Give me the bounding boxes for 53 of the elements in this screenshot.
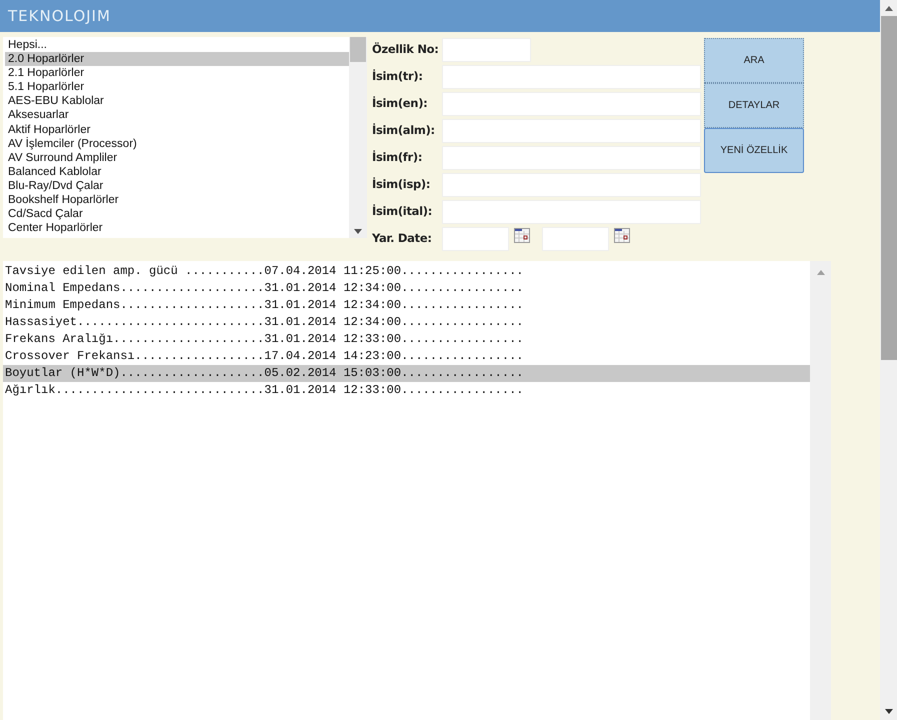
property-row[interactable]: Frekans Aralığı.....................31.01.2014 12:33:00................. (3, 331, 810, 348)
scrollbar[interactable] (349, 37, 367, 238)
input-field[interactable] (442, 118, 701, 142)
list-item[interactable]: Aktif Hoparlörler (5, 122, 349, 137)
scrollbar[interactable] (810, 261, 831, 720)
input-field[interactable] (442, 92, 701, 116)
action-button[interactable]: DETAYLAR (704, 83, 804, 128)
list-item[interactable]: Hepsi... (5, 38, 349, 52)
field-label: İsim(ital): (372, 202, 434, 220)
list-item[interactable]: AES-EBU Kablolar (5, 94, 349, 108)
field-label: İsim(fr): (372, 148, 424, 166)
list-item[interactable]: Aksesuarlar (5, 108, 349, 123)
list-item[interactable]: 5.1 Hoparlörler (5, 80, 349, 94)
list-item[interactable]: Bookshelf Hoparlörler (5, 193, 349, 208)
input-field[interactable] (442, 226, 509, 250)
property-row[interactable]: Nominal Empedans....................31.01.2014 12:34:00................. (3, 280, 810, 297)
property-row[interactable]: Boyutlar (H*W*D)....................05.02.2014 15:03:00................. (3, 365, 810, 382)
input-field[interactable] (442, 38, 531, 62)
page-scrollbar[interactable] (880, 0, 897, 720)
input-field[interactable] (442, 64, 701, 88)
scroll-thumb[interactable] (880, 16, 896, 360)
calendar-icon[interactable] (514, 228, 530, 243)
scroll-down-icon[interactable] (354, 229, 362, 234)
field-label: İsim(isp): (372, 176, 432, 193)
scroll-down-icon[interactable] (884, 709, 892, 714)
action-button[interactable]: ARA (704, 38, 804, 83)
list-item[interactable]: Cd/Sacd Çalar (5, 207, 349, 222)
scroll-up-icon[interactable] (816, 270, 824, 275)
scroll-up-icon[interactable] (884, 6, 892, 11)
property-row[interactable]: Ağırlık.............................31.01.2014 12:33:00................. (3, 382, 810, 399)
property-row[interactable]: Hassasiyet..........................31.01.2014 12:34:00................. (3, 314, 810, 331)
field-label: İsim(en): (372, 94, 428, 112)
input-field[interactable] (442, 200, 701, 224)
list-item[interactable]: Balanced Kablolar (5, 164, 349, 179)
field-label: Yar. Date: (372, 230, 433, 247)
list-item[interactable]: Blu-Ray/Dvd Çalar (5, 178, 349, 194)
property-row[interactable]: Tavsiye edilen amp. gücü ...........07.04.2014 11:25:00................. (3, 263, 810, 280)
list-item[interactable]: Center Hoparlörler (5, 221, 349, 236)
calendar-icon[interactable] (614, 228, 630, 243)
field-label: İsim(alm): (372, 122, 436, 139)
input-field[interactable] (542, 226, 609, 250)
input-field[interactable] (442, 172, 701, 196)
field-label: Özellik No: (372, 40, 440, 58)
list-item[interactable]: AV Surround Ampliler (5, 150, 349, 165)
logo: TEKNOLOJIM (8, 6, 111, 27)
list-item[interactable]: AV İşlemciler (Processor) (5, 136, 349, 151)
list-item[interactable]: 2.0 Hoparlörler (5, 52, 349, 66)
property-row[interactable]: Minimum Empedans....................31.01.2014 12:34:00................. (3, 297, 810, 314)
action-button[interactable]: YENİ ÖZELLİK (704, 128, 804, 173)
list-item[interactable]: 2.1 Hoparlörler (5, 66, 349, 80)
field-label: İsim(tr): (372, 68, 424, 85)
input-field[interactable] (442, 146, 701, 170)
property-row[interactable]: Crossover Frekansı..................17.04.2014 14:23:00................. (3, 348, 810, 365)
